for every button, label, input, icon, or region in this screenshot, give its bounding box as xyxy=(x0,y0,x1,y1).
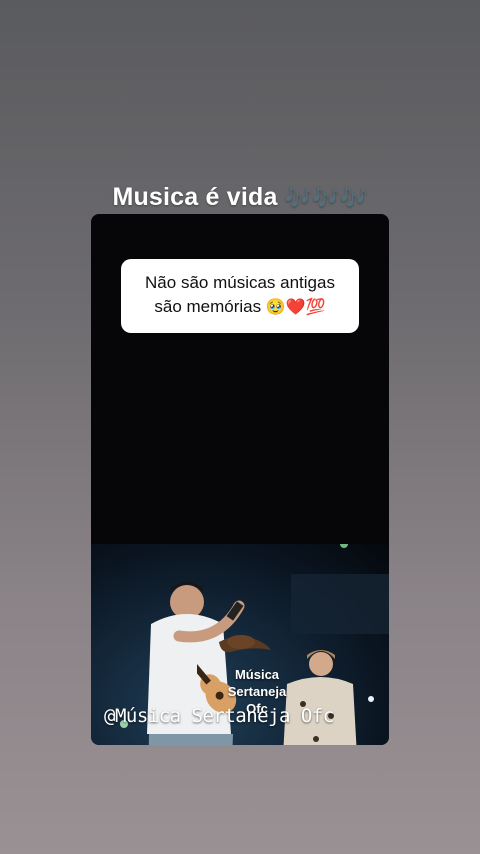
story-screen: { "story": { "title": "Musica é vida", "… xyxy=(0,0,480,854)
caption-sticker: Não são músicas antigas são memórias 🥹❤️… xyxy=(121,259,359,333)
story-title: Musica é vida 🎶🎶🎶 xyxy=(0,183,480,212)
caption-line-2: são memórias 🥹❤️💯 xyxy=(131,295,349,320)
caption-emoji: 🥹❤️💯 xyxy=(265,299,326,316)
story-title-text: Musica é vida xyxy=(112,183,278,211)
caption-line-2-text: são memórias xyxy=(154,297,262,316)
music-notes-emoji: 🎶🎶🎶 xyxy=(284,185,368,210)
caption-line-1: Não são músicas antigas xyxy=(145,273,335,292)
logo-text-line-2: Sertaneja xyxy=(227,684,287,699)
channel-handle: @Música Sertaneja Ofc xyxy=(104,705,334,727)
logo-text-line-1: Música xyxy=(234,667,280,682)
